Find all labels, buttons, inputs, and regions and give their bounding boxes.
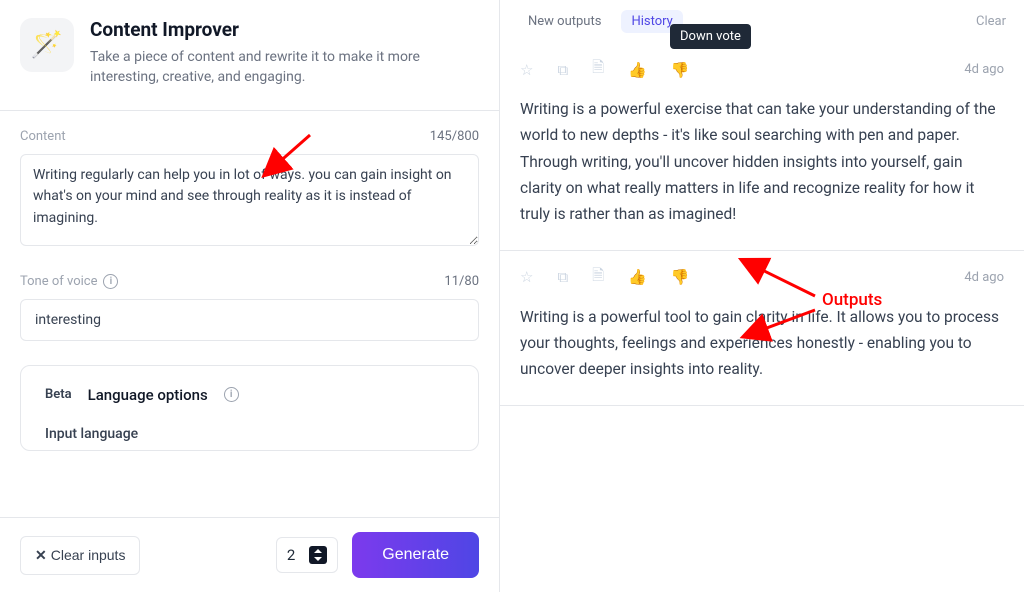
app-icon-tile: 🪄 [20,18,74,72]
copy-icon[interactable]: ⧉ [557,61,568,79]
output-timestamp: 4d ago [964,62,1004,77]
star-icon[interactable]: ☆ [520,268,533,286]
page-subtitle: Take a piece of content and rewrite it t… [90,47,450,88]
beta-badge: Beta [45,387,72,402]
info-icon[interactable]: i [224,387,239,402]
input-language-label: Input language [45,426,454,442]
content-field: Content 145/800 [20,129,479,250]
clear-link[interactable]: Clear [976,14,1006,29]
left-panel: 🪄 Content Improver Take a piece of conte… [0,0,500,592]
close-icon: ✕ [35,547,47,564]
output-toolbar: ☆ ⧉ 🗎 👍 👎 4d ago [520,265,1004,290]
output-toolbar: ☆ ⧉ 🗎 👍 👎 4d ago [520,57,1004,82]
stepper-icon[interactable] [309,546,327,564]
tone-input[interactable] [20,299,479,341]
wand-icon: 🪄 [31,30,63,60]
generate-button[interactable]: Generate [352,532,479,578]
output-card: ☆ ⧉ 🗎 👍 👎 4d ago Writing is a powerful e… [500,43,1024,251]
copy-icon[interactable]: ⧉ [557,268,568,286]
document-icon[interactable]: 🗎 [592,57,604,82]
page-title: Content Improver [90,18,450,41]
tab-new-outputs[interactable]: New outputs [518,10,611,33]
footer-bar: ✕ Clear inputs 2 Generate [0,517,499,592]
annotation-outputs-label: Outputs [822,290,882,310]
output-text: Writing is a powerful tool to gain clari… [520,304,1004,383]
down-vote-tooltip: Down vote [670,24,751,49]
generate-label: Generate [382,546,449,563]
thumbs-down-icon[interactable]: 👎 [671,61,690,79]
content-counter: 145/800 [430,129,479,144]
document-icon[interactable]: 🗎 [592,265,604,290]
output-card: ☆ ⧉ 🗎 👍 👎 4d ago Writing is a powerful t… [500,251,1024,406]
header-text: Content Improver Take a piece of content… [90,18,450,88]
content-label: Content [20,129,66,144]
tone-label: Tone of voice [20,274,97,289]
output-count-value: 2 [287,546,295,564]
tone-counter: 11/80 [444,274,479,289]
info-icon[interactable]: i [103,274,118,289]
language-panel: Beta Language options i Input language [20,365,479,451]
star-icon[interactable]: ☆ [520,61,533,79]
clear-inputs-button[interactable]: ✕ Clear inputs [20,536,140,575]
header: 🪄 Content Improver Take a piece of conte… [0,0,499,111]
form-area: Content 145/800 Tone of voice i 11/80 Be… [0,111,499,517]
tabs-bar: New outputs History Clear Down vote [500,0,1024,43]
content-textarea[interactable] [20,154,479,246]
tone-field: Tone of voice i 11/80 [20,274,479,341]
clear-inputs-label: Clear inputs [51,547,126,563]
thumbs-up-icon[interactable]: 👍 [628,61,647,79]
output-count-box[interactable]: 2 [276,537,338,573]
language-options-label: Language options [88,386,208,404]
thumbs-down-icon[interactable]: 👎 [671,268,690,286]
output-timestamp: 4d ago [964,270,1004,285]
right-panel: New outputs History Clear Down vote ☆ ⧉ … [500,0,1024,592]
output-text: Writing is a powerful exercise that can … [520,96,1004,228]
thumbs-up-icon[interactable]: 👍 [628,268,647,286]
output-list: ☆ ⧉ 🗎 👍 👎 4d ago Writing is a powerful e… [500,43,1024,592]
